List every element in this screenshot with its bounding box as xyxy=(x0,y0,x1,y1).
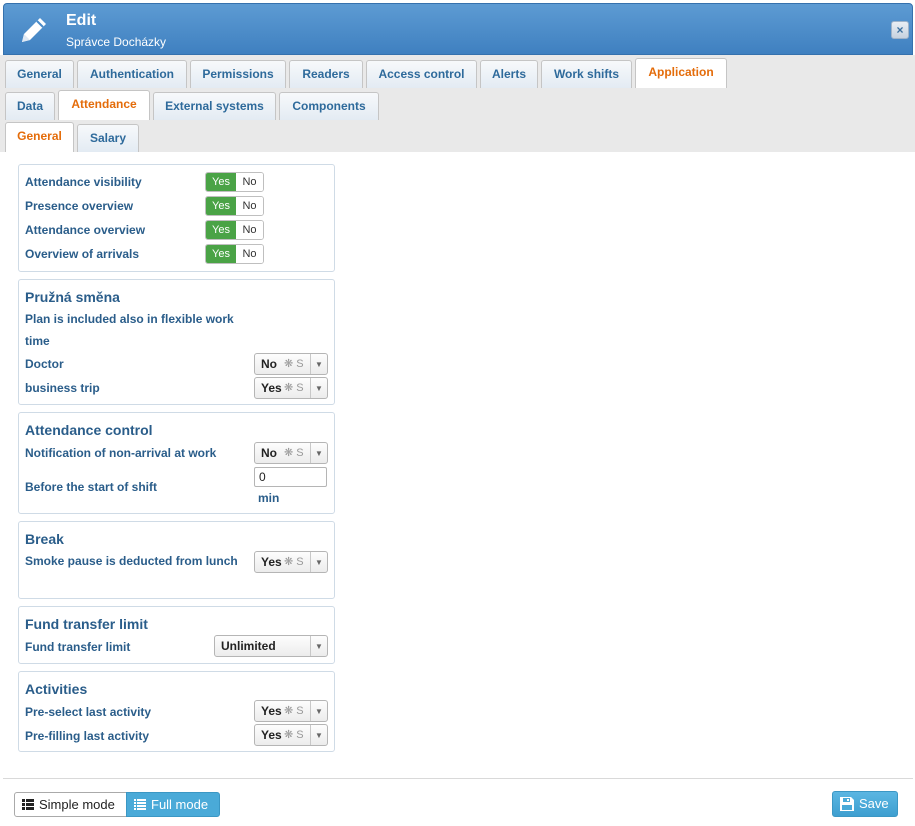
spinner-icon: ❋ S xyxy=(284,447,304,459)
break-title: Break xyxy=(25,531,64,547)
tab-general[interactable]: General xyxy=(5,60,74,88)
chevron-down-icon[interactable]: ▼ xyxy=(310,552,327,572)
plan-flexible-label-cont: time xyxy=(25,334,50,348)
chevron-down-icon[interactable]: ▼ xyxy=(310,443,327,463)
tab-alerts[interactable]: Alerts xyxy=(480,60,538,88)
dialog-header: Edit Správce Docházky × xyxy=(3,3,913,55)
doctor-select[interactable]: No ❋ S ▼ xyxy=(254,353,328,375)
chevron-down-icon[interactable]: ▼ xyxy=(310,701,327,721)
prefill-activity-select[interactable]: Yes ❋ S ▼ xyxy=(254,724,328,746)
tab-data[interactable]: Data xyxy=(5,92,55,120)
tab-components[interactable]: Components xyxy=(279,92,379,120)
spinner-icon: ❋ S xyxy=(284,382,304,394)
toggle-no[interactable]: No xyxy=(236,245,263,263)
full-mode-button[interactable]: Full mode xyxy=(126,792,220,817)
minutes-unit: min xyxy=(258,491,280,505)
toggle-no[interactable]: No xyxy=(236,197,263,215)
tab-salary[interactable]: Salary xyxy=(77,124,139,152)
full-mode-label: Full mode xyxy=(151,797,209,812)
before-shift-input[interactable]: 0 xyxy=(254,467,327,487)
toggle-yes[interactable]: Yes xyxy=(206,197,236,215)
plan-flexible-label: Plan is included also in flexible work xyxy=(25,312,234,326)
doctor-value: No xyxy=(261,357,277,371)
business-trip-value: Yes xyxy=(261,381,282,395)
attendance-overview-toggle[interactable]: Yes No xyxy=(205,220,264,240)
attendance-tab-bar: General Salary xyxy=(0,120,915,152)
list-icon xyxy=(134,799,146,810)
attendance-visibility-label: Attendance visibility xyxy=(25,175,142,189)
prefill-activity-label: Pre-filling last activity xyxy=(25,729,150,743)
toggle-yes[interactable]: Yes xyxy=(206,173,236,191)
fund-transfer-panel: Fund transfer limit Fund transfer limit … xyxy=(18,606,335,664)
smoke-pause-value: Yes xyxy=(261,555,282,569)
tab-access-control[interactable]: Access control xyxy=(366,60,477,88)
attendance-visibility-toggle[interactable]: Yes No xyxy=(205,172,264,192)
non-arrival-notification-select[interactable]: No ❋ S ▼ xyxy=(254,442,328,464)
toggle-no[interactable]: No xyxy=(236,221,263,239)
smoke-pause-select[interactable]: Yes ❋ S ▼ xyxy=(254,551,328,573)
attendance-control-title: Attendance control xyxy=(25,422,153,438)
save-button[interactable]: Save xyxy=(832,791,898,817)
close-button[interactable]: × xyxy=(891,21,909,39)
chevron-down-icon[interactable]: ▼ xyxy=(310,725,327,745)
tab-sub-general[interactable]: General xyxy=(5,122,74,152)
activities-panel: Activities Pre-select last activity Yes … xyxy=(18,671,335,752)
presence-overview-toggle[interactable]: Yes No xyxy=(205,196,264,216)
break-panel: Break Smoke pause is deducted from lunch… xyxy=(18,521,335,599)
non-arrival-notification-label: Notification of non-arrival at work xyxy=(25,446,217,460)
dialog-subtitle: Správce Docházky xyxy=(66,35,167,49)
toggle-yes[interactable]: Yes xyxy=(206,245,236,263)
tab-work-shifts[interactable]: Work shifts xyxy=(541,60,632,88)
spinner-icon: ❋ S xyxy=(284,556,304,568)
simple-mode-button[interactable]: Simple mode xyxy=(14,792,127,817)
main-tab-bar: General Authentication Permissions Reade… xyxy=(0,55,915,88)
flexible-shift-panel: Pružná směna Plan is included also in fl… xyxy=(18,279,335,405)
flexible-shift-title: Pružná směna xyxy=(25,289,120,305)
tab-readers[interactable]: Readers xyxy=(289,60,363,88)
non-arrival-notification-value: No xyxy=(261,446,277,460)
fund-transfer-select[interactable]: Unlimited ▼ xyxy=(214,635,328,657)
save-label: Save xyxy=(859,796,889,811)
simple-mode-label: Simple mode xyxy=(39,797,115,812)
tab-external-systems[interactable]: External systems xyxy=(153,92,276,120)
attendance-overview-label: Attendance overview xyxy=(25,223,146,237)
visibility-panel: Attendance visibility Yes No Presence ov… xyxy=(18,164,335,272)
tab-application[interactable]: Application xyxy=(635,58,727,88)
spinner-icon: ❋ S xyxy=(284,358,304,370)
tab-permissions[interactable]: Permissions xyxy=(190,60,286,88)
smoke-pause-label: Smoke pause is deducted from lunch xyxy=(25,554,238,568)
fund-transfer-title: Fund transfer limit xyxy=(25,616,148,632)
tab-attendance[interactable]: Attendance xyxy=(58,90,150,120)
preselect-activity-label: Pre-select last activity xyxy=(25,705,152,719)
fund-transfer-label: Fund transfer limit xyxy=(25,640,131,654)
activities-title: Activities xyxy=(25,681,88,697)
chevron-down-icon[interactable]: ▼ xyxy=(310,354,327,374)
chevron-down-icon[interactable]: ▼ xyxy=(310,378,327,398)
floppy-disk-icon xyxy=(840,797,854,811)
before-shift-label: Before the start of shift xyxy=(25,480,158,494)
business-trip-select[interactable]: Yes ❋ S ▼ xyxy=(254,377,328,399)
dialog-title: Edit xyxy=(66,12,97,29)
business-trip-label: business trip xyxy=(25,381,100,395)
presence-overview-label: Presence overview xyxy=(25,199,134,213)
application-tab-bar: Data Attendance External systems Compone… xyxy=(0,88,915,120)
overview-of-arrivals-label: Overview of arrivals xyxy=(25,247,140,261)
toggle-no[interactable]: No xyxy=(236,173,263,191)
preselect-activity-select[interactable]: Yes ❋ S ▼ xyxy=(254,700,328,722)
prefill-activity-value: Yes xyxy=(261,728,282,742)
footer-divider xyxy=(3,778,913,779)
doctor-label: Doctor xyxy=(25,357,64,371)
grid-icon xyxy=(22,799,34,810)
fund-transfer-value: Unlimited xyxy=(221,639,276,653)
spinner-icon: ❋ S xyxy=(284,729,304,741)
preselect-activity-value: Yes xyxy=(261,704,282,718)
attendance-control-panel: Attendance control Notification of non-a… xyxy=(18,412,335,514)
chevron-down-icon[interactable]: ▼ xyxy=(310,636,327,656)
overview-of-arrivals-toggle[interactable]: Yes No xyxy=(205,244,264,264)
pencil-icon xyxy=(22,18,46,42)
tab-authentication[interactable]: Authentication xyxy=(77,60,187,88)
spinner-icon: ❋ S xyxy=(284,705,304,717)
toggle-yes[interactable]: Yes xyxy=(206,221,236,239)
